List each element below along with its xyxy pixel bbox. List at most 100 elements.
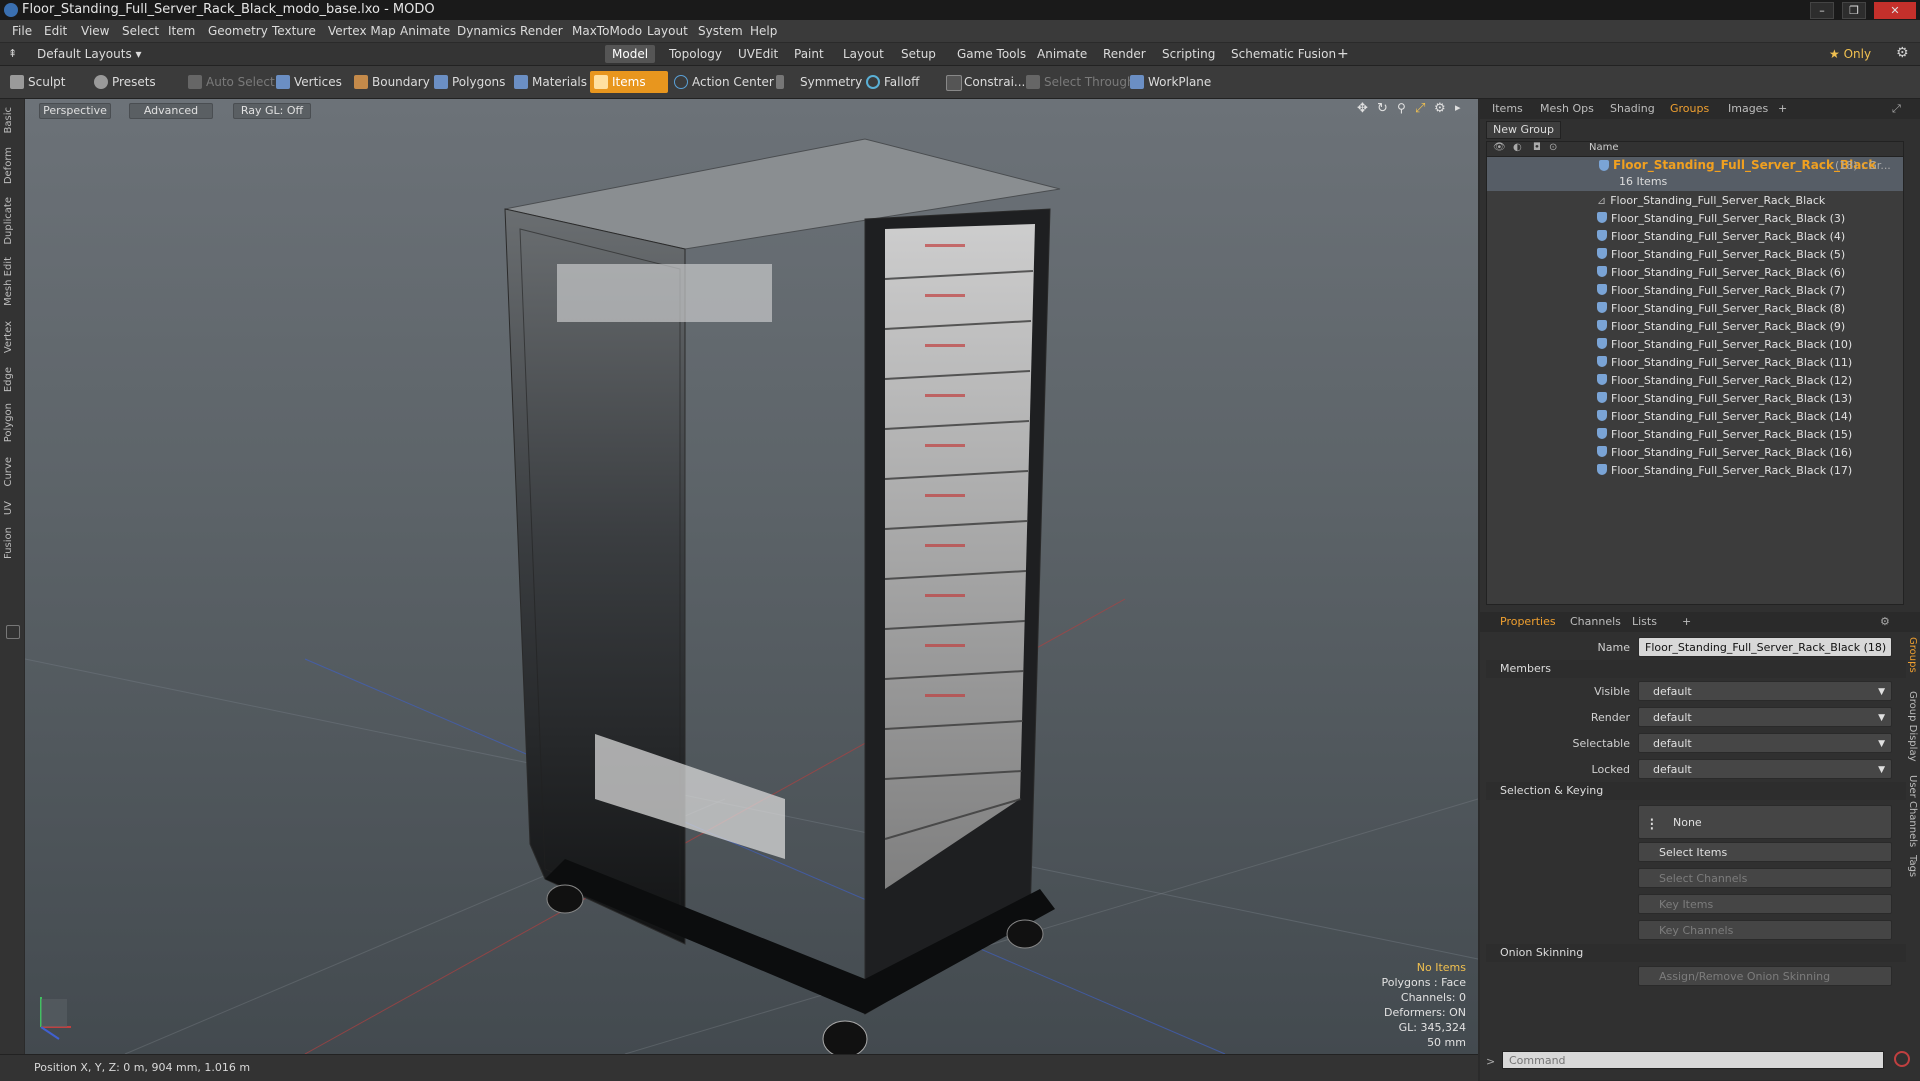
tab-topology[interactable]: Topology [662,45,729,63]
selection-keying-section[interactable]: Selection & Keying [1486,782,1906,800]
tab-animate[interactable]: Animate [1030,45,1094,63]
tab-basic[interactable]: Basic [3,107,21,133]
symmetry-button[interactable]: Symmetry [772,71,868,93]
auto-select-button[interactable]: Auto Select [184,71,281,93]
menu-maxtomodo[interactable]: MaxToModo [572,24,642,38]
tab-items[interactable]: Items [1492,102,1523,115]
onion-skinning-section[interactable]: Onion Skinning [1486,944,1906,962]
boundary-button[interactable]: Boundary [350,71,436,93]
list-item[interactable]: Floor_Standing_Full_Server_Rack_Black (7… [1597,282,1845,300]
command-input[interactable] [1502,1051,1884,1069]
properties-settings-icon[interactable]: ⚙ [1880,615,1890,628]
tab-paint[interactable]: Paint [787,45,831,63]
tab-setup[interactable]: Setup [894,45,943,63]
menu-help[interactable]: Help [750,24,777,38]
tab-duplicate[interactable]: Duplicate [3,197,21,245]
list-item[interactable]: Floor_Standing_Full_Server_Rack_Black (8… [1597,300,1845,318]
tab-render[interactable]: Render [1096,45,1153,63]
presets-button[interactable]: Presets [90,71,162,93]
new-group-button[interactable]: New Group [1486,121,1561,139]
menu-edit[interactable]: Edit [44,24,67,38]
menu-animate[interactable]: Animate [400,24,450,38]
menu-dynamics[interactable]: Dynamics [457,24,516,38]
add-properties-tab-button[interactable]: + [1682,615,1691,628]
panel-expand-icon[interactable]: ⤢ [1892,102,1901,116]
list-item[interactable]: Floor_Standing_Full_Server_Rack_Black (1… [1597,390,1852,408]
list-item[interactable]: Floor_Standing_Full_Server_Rack_Black (5… [1597,246,1845,264]
workplane-button[interactable]: WorkPlane [1126,71,1217,93]
tab-deform[interactable]: Deform [3,147,21,184]
select-through-button[interactable]: Select Through [1022,71,1141,93]
list-item[interactable]: Floor_Standing_Full_Server_Rack_Black (3… [1597,210,1845,228]
menu-geometry[interactable]: Geometry [208,24,268,38]
materials-button[interactable]: Materials [510,71,593,93]
tab-groups[interactable]: Groups [1670,102,1709,115]
render-icon[interactable]: ◐ [1513,142,1522,153]
menu-item[interactable]: Item [168,24,195,38]
tab-scripting[interactable]: Scripting [1155,45,1222,63]
list-item[interactable]: Floor_Standing_Full_Server_Rack_Black (1… [1597,336,1852,354]
add-tab-button[interactable]: + [1778,102,1787,115]
3d-viewport[interactable]: Perspective Advanced Ray GL: Off ✥ ↻ ⚲ ⤢… [25,99,1478,1054]
visible-dropdown[interactable]: default ▼ [1638,681,1892,701]
polygons-button[interactable]: Polygons [430,71,511,93]
list-item[interactable]: ⊿ Floor_Standing_Full_Server_Rack_Black [1597,192,1825,210]
gear-icon[interactable]: ⚙ [1896,45,1909,61]
add-layout-tab-button[interactable]: + [1330,45,1356,63]
constraint-button[interactable]: Constrai... [942,71,1031,93]
render-dropdown[interactable]: default ▼ [1638,707,1892,727]
only-toggle[interactable]: ★ Only [1822,45,1878,63]
record-icon[interactable] [1894,1051,1910,1067]
default-layouts-dropdown[interactable]: Default Layouts ▾ [30,45,149,63]
tab-polygon[interactable]: Polygon [3,403,21,442]
menu-select[interactable]: Select [122,24,159,38]
select-icon[interactable]: ⊙ [1549,142,1557,153]
minimize-button[interactable]: – [1810,2,1834,19]
vertices-button[interactable]: Vertices [272,71,348,93]
lock-icon[interactable]: ◘ [1533,142,1541,153]
tab-uv[interactable]: UV [3,501,21,515]
assign-onion-button[interactable]: Assign/Remove Onion Skinning [1638,966,1892,986]
tab-mesh-ops[interactable]: Mesh Ops [1540,102,1594,115]
members-section[interactable]: Members [1486,660,1906,678]
key-channels-button[interactable]: Key Channels [1638,920,1892,940]
falloff-button[interactable]: Falloff [862,71,925,93]
tab-fusion[interactable]: Fusion [3,527,21,559]
maximize-button[interactable]: ❐ [1842,2,1866,19]
tab-images[interactable]: Images [1728,102,1768,115]
side-tab-user-channels[interactable]: User Channels [1904,775,1918,847]
select-items-button[interactable]: Select Items [1638,842,1892,862]
menu-render[interactable]: Render [520,24,563,38]
tab-channels[interactable]: Channels [1570,615,1621,628]
list-item[interactable]: Floor_Standing_Full_Server_Rack_Black (1… [1597,444,1852,462]
name-field[interactable]: Floor_Standing_Full_Server_Rack_Black (1… [1638,637,1892,657]
key-items-button[interactable]: Key Items [1638,894,1892,914]
list-item[interactable]: Floor_Standing_Full_Server_Rack_Black (1… [1597,354,1852,372]
group-row[interactable]: Floor_Standing_Full_Server_Rack_Black (1… [1487,157,1903,191]
list-item[interactable]: Floor_Standing_Full_Server_Rack_Black (1… [1597,372,1852,390]
tab-edge[interactable]: Edge [3,367,21,392]
eye-icon[interactable]: 👁 [1493,142,1506,153]
tab-model[interactable]: Model [605,45,656,63]
tab-schematic-fusion[interactable]: Schematic Fusion [1224,45,1343,63]
side-tab-group-display[interactable]: Group Display [1904,691,1918,761]
tab-uvedit[interactable]: UVEdit [731,45,785,63]
close-button[interactable]: ✕ [1874,2,1916,19]
menu-file[interactable]: File [12,24,32,38]
tab-shading[interactable]: Shading [1610,102,1655,115]
tab-lists[interactable]: Lists [1632,615,1657,628]
list-item[interactable]: Floor_Standing_Full_Server_Rack_Black (4… [1597,228,1845,246]
tab-properties[interactable]: Properties [1500,615,1556,628]
sculpt-button[interactable]: Sculpt [6,71,71,93]
tab-vertex[interactable]: Vertex [3,321,21,353]
selectable-dropdown[interactable]: default ▼ [1638,733,1892,753]
items-button[interactable]: Items [590,71,668,93]
tab-curve[interactable]: Curve [3,457,21,487]
side-tab-groups[interactable]: Groups [1904,637,1918,673]
tab-mesh-edit[interactable]: Mesh Edit [3,257,21,306]
layout-toggle-icon[interactable]: ⇞ [8,47,17,60]
menu-vertex-map[interactable]: Vertex Map [328,24,396,38]
locked-dropdown[interactable]: default ▼ [1638,759,1892,779]
menu-layout[interactable]: Layout [647,24,688,38]
list-item[interactable]: Floor_Standing_Full_Server_Rack_Black (1… [1597,462,1852,480]
